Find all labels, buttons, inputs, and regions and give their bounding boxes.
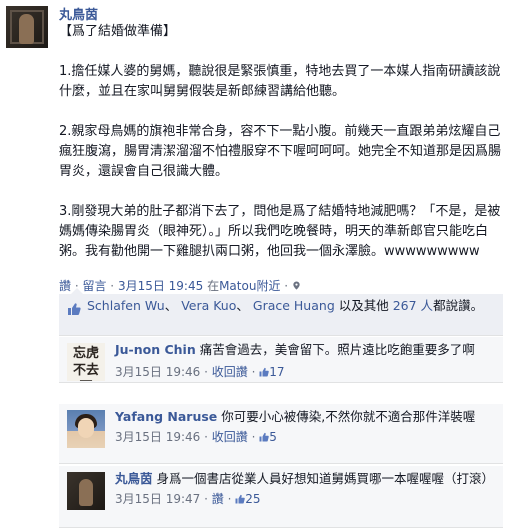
commenter-name[interactable]: Yafang Naruse [115, 409, 217, 424]
liker-name-3[interactable]: Grace Huang [253, 298, 335, 313]
comment-text: 痛苦會過去，美會留下。照片遠比吃飽重要多了啊 [199, 342, 475, 357]
location-pin-icon[interactable] [292, 280, 301, 291]
commenter-avatar[interactable] [67, 410, 105, 448]
avatar-text: 忘虎 不去死 [72, 346, 99, 381]
separator: · [200, 492, 212, 506]
small-like-icon [235, 494, 245, 504]
separator: · [247, 430, 260, 444]
comment-link[interactable]: 留言 [82, 279, 106, 293]
likes-mid-text: 以及其他 [334, 298, 393, 313]
likes-text: Schlafen Wu、 Vera Kuo、 Grace Huang 以及其他 … [87, 297, 497, 315]
liker-name-1[interactable]: Schlafen Wu [87, 298, 165, 313]
like-link[interactable]: 讚 [59, 279, 71, 293]
comment-text: 身爲一個書店從業人員好想知道舅媽買哪一本喔喔喔（打滾） [156, 471, 495, 486]
comment-item: Yafang Naruse 你可要小心被傳染,不然你就不適合那件洋裝喔 3月15日… [59, 404, 503, 464]
separator: · [247, 365, 260, 379]
post-author-name[interactable]: 丸鳥茵 [59, 4, 98, 23]
likes-others-count[interactable]: 267 [393, 298, 417, 313]
separator: · [280, 279, 292, 293]
commenter-name[interactable]: Ju-non Chin [115, 342, 196, 357]
comment-item: 丸鳥茵 身爲一個書店從業人員好想知道舅媽買哪一本喔喔喔（打滾） 3月15日 19:… [59, 466, 503, 528]
post-paragraph-2: 2.親家母鳥媽的旗袍非常合身，容不下一點小腹。前幾天一直跟弟弟炫耀自己瘋狂腹瀉，… [59, 124, 502, 179]
small-like-icon [259, 432, 269, 442]
commenter-avatar[interactable]: 忘虎 不去死 [67, 343, 105, 381]
comment-text: 你可要小心被傳染,不然你就不適合那件洋裝喔 [221, 409, 476, 424]
avatar-face [78, 418, 94, 438]
separator: · [200, 430, 212, 444]
comment-item: 忘虎 不去死 Ju-non Chin痛苦會過去，美會留下。照片遠比吃飽重要多了啊… [59, 337, 503, 383]
post-timestamp[interactable]: 3月15日 19:45 [118, 279, 203, 293]
unlike-link[interactable]: 收回讚 [212, 430, 248, 444]
comment-timestamp[interactable]: 3月15日 19:47 [115, 492, 200, 506]
likes-people-suffix[interactable]: 人 [417, 298, 434, 313]
separator: · [106, 279, 118, 293]
comment-body: Ju-non Chin 痛苦會過去，美會留下。照片遠比吃飽重要多了啊 3月15日 … [115, 341, 495, 381]
likes-summary: Schlafen Wu、 Vera Kuo、 Grace Huang 以及其他 … [59, 288, 503, 336]
comment-meta: 3月15日 19:46 · 收回讚 · 5 [115, 428, 495, 446]
location-link[interactable]: Matou附近 [219, 279, 280, 293]
location-prefix: 在 [203, 279, 220, 293]
comment-like-count[interactable]: 17 [269, 365, 284, 379]
post-author-avatar[interactable] [6, 6, 48, 48]
thumbs-up-icon [68, 303, 81, 315]
comment-body: 丸鳥茵 身爲一個書店從業人員好想知道舅媽買哪一本喔喔喔（打滾） 3月15日 19:… [115, 470, 495, 508]
post-paragraph-1: 1.擔任媒人婆的舅媽，聽說很是緊張慎重，特地去買了一本媒人指南研讀該說什麼，並且… [59, 64, 501, 99]
comment-timestamp[interactable]: 3月15日 19:46 [115, 365, 200, 379]
separator: · [223, 492, 236, 506]
comment-meta: 3月15日 19:46 · 收回讚 · 17 [115, 363, 495, 381]
comment-body: Yafang Naruse 你可要小心被傳染,不然你就不適合那件洋裝喔 3月15日… [115, 408, 495, 446]
commenter-name[interactable]: 丸鳥茵 [115, 471, 153, 486]
post-body: 【爲了結婚做準備】 1.擔任媒人婆的舅媽，聽說很是緊張慎重，特地去買了一本媒人指… [59, 22, 503, 262]
comment-like-count[interactable]: 25 [245, 492, 260, 506]
commenter-avatar[interactable] [67, 472, 105, 510]
post-heading: 【爲了結婚做準備】 [59, 24, 177, 39]
separator: 、 [164, 298, 178, 313]
likes-suffix: 都說讚。 [433, 298, 484, 313]
avatar-figure [79, 479, 93, 506]
comment-meta: 3月15日 19:47 · 讚 · 25 [115, 490, 495, 508]
separator: 、 [236, 298, 249, 313]
post-action-bar: 讚 · 留言 · 3月15日 19:45 在Matou附近 · [59, 277, 301, 294]
like-link[interactable]: 讚 [212, 492, 224, 506]
unlike-link[interactable]: 收回讚 [212, 365, 248, 379]
comment-timestamp[interactable]: 3月15日 19:46 [115, 430, 200, 444]
post-paragraph-3: 3.剛發現大弟的肚子都消下去了，問他是爲了結婚特地減肥嗎？「不是，是被媽媽傳染腸… [59, 204, 501, 259]
liker-name-2[interactable]: Vera Kuo [181, 298, 236, 313]
small-like-icon [259, 367, 269, 377]
comment-like-count[interactable]: 5 [269, 430, 277, 444]
avatar-figure [19, 14, 34, 44]
likes-caret [71, 288, 83, 294]
separator: · [200, 365, 212, 379]
